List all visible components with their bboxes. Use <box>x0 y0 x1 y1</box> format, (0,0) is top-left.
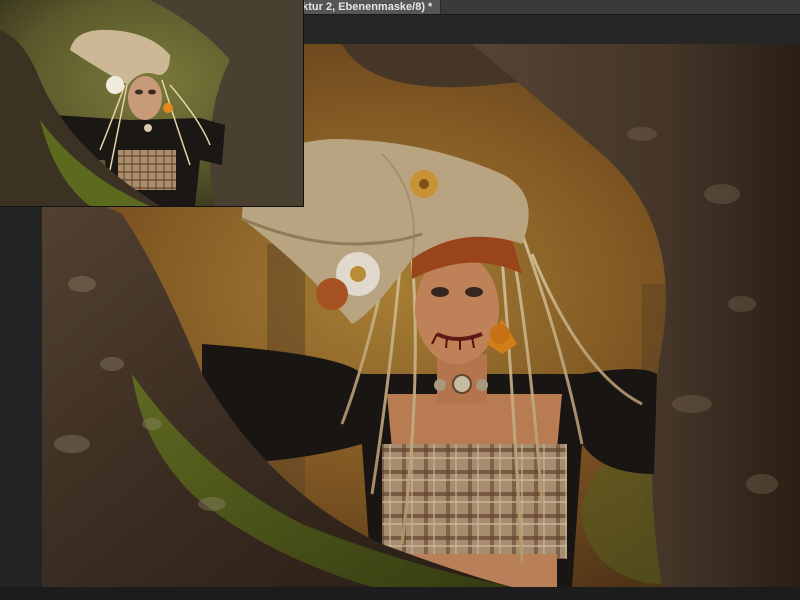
document-tab[interactable]: ektur 2, Ebenenmaske/8) * <box>290 0 442 14</box>
document-tab-title: ektur 2, Ebenenmaske/8) * <box>296 1 433 13</box>
before-thumbnail <box>0 0 304 207</box>
scarecrow-thumbnail <box>0 0 303 206</box>
photoshop-window: ektur 2, Ebenenmaske/8) * <box>0 0 800 600</box>
status-strip <box>0 587 800 600</box>
pasteboard-top <box>303 15 800 44</box>
